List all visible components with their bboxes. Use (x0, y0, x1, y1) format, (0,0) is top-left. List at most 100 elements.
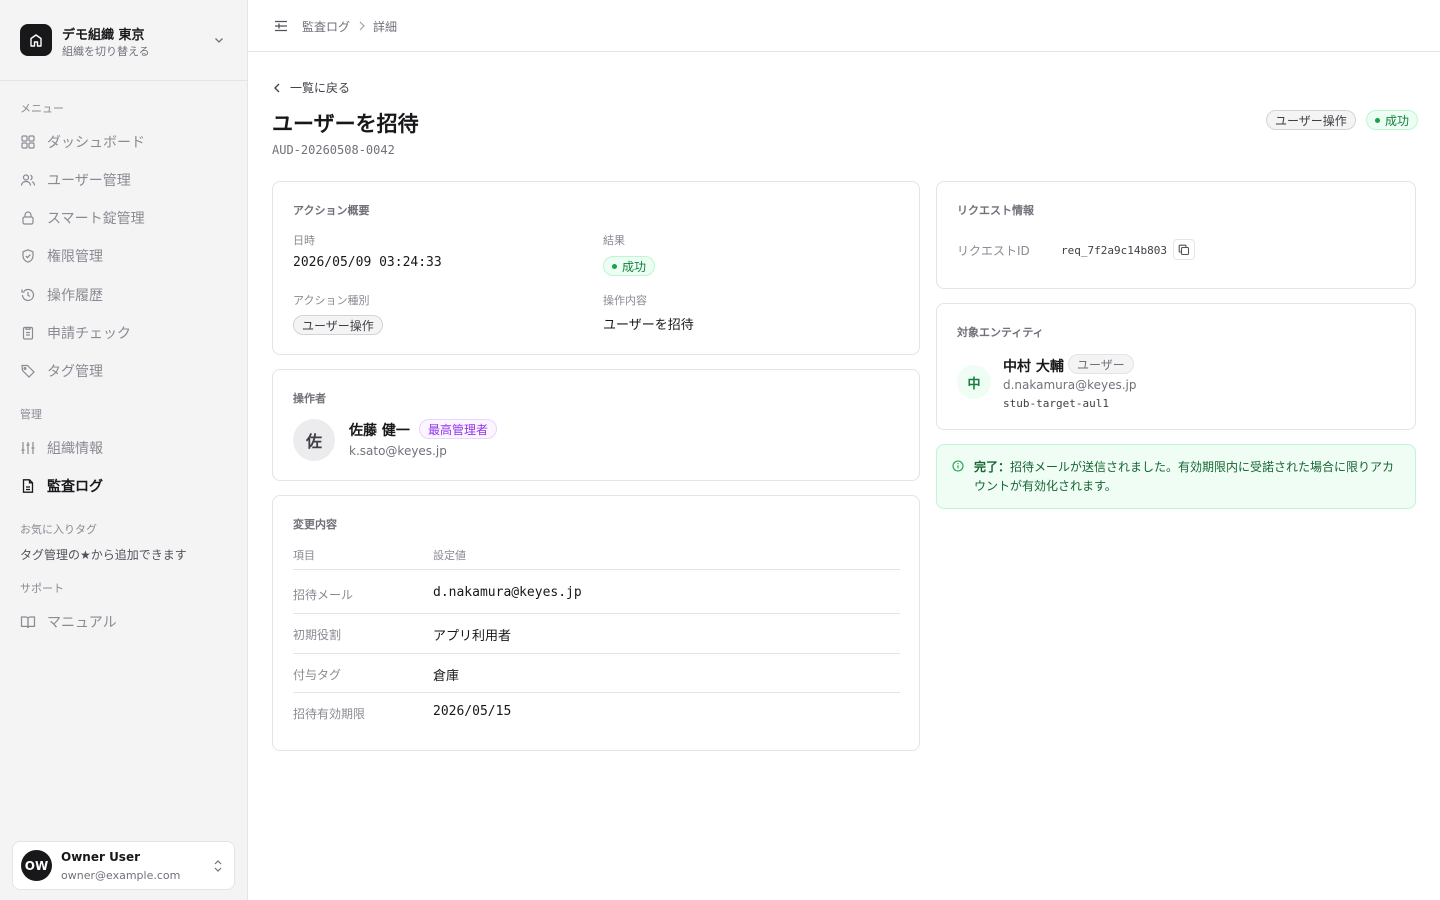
book-icon (20, 614, 36, 630)
table-row-key: 招待メール (293, 588, 354, 602)
request-id-label: リクエストID (957, 244, 1030, 258)
copy-button[interactable] (1173, 239, 1195, 260)
favorites-empty-hint: タグ管理の★から追加できます (20, 548, 187, 562)
changes-card: 変更内容 項目 設定値 招待メール d.nakamura@keyes.jp 初期… (272, 495, 920, 751)
sidebar-item-history[interactable]: 操作履歴 (12, 278, 236, 312)
table-row-value: 倉庫 (433, 669, 460, 684)
success-alert: 完了：招待メールが送信されました。有効期限内に受諾された場合に限りアカウントが有… (936, 444, 1416, 509)
divider (293, 569, 900, 570)
sidebar-item-users[interactable]: ユーザー管理 (12, 163, 236, 197)
sidebar-item-requests[interactable]: 申請チェック (12, 316, 236, 350)
target-id: stub-target-aul1 (1003, 397, 1109, 410)
table-row-key: 招待有効期限 (293, 707, 366, 721)
sidebar-item-label: タグ管理 (47, 364, 103, 380)
chevron-left-icon (274, 83, 280, 92)
sidebar-item-audit-log[interactable]: 監査ログ (12, 469, 236, 503)
request-id-value: req_7f2a9c14b803 (1061, 244, 1167, 257)
sidebar-item-tags[interactable]: タグ管理 (12, 354, 236, 388)
shield-icon (20, 248, 36, 264)
operator-name: 佐藤 健一 (349, 423, 410, 439)
sidebar-item-label: スマート錠管理 (47, 211, 145, 227)
copy-icon (1178, 244, 1190, 255)
user-name: Owner User (61, 850, 141, 864)
alert-prefix: 完了： (974, 460, 1011, 474)
divider (293, 692, 900, 693)
card-title: リクエスト情報 (957, 204, 1034, 217)
chevron-right-icon (359, 21, 365, 31)
sidebar-toggle-icon[interactable] (273, 18, 289, 34)
role-badge: 最高管理者 (419, 419, 498, 439)
sidebar-item-label: 監査ログ (47, 479, 103, 495)
building-icon (30, 34, 42, 47)
org-logo (20, 24, 52, 56)
info-icon (952, 460, 964, 472)
sliders-icon (20, 440, 36, 456)
clipboard-icon (20, 325, 36, 341)
action-summary-card: アクション概要 日時 2026/05/09 03:24:33 結果 成功 アクシ… (272, 181, 920, 355)
tag-icon (20, 363, 36, 379)
column-header-value: 設定値 (433, 549, 466, 562)
operation-label: 操作内容 (603, 294, 647, 307)
breadcrumb-detail: 詳細 (373, 20, 398, 34)
divider (293, 613, 900, 614)
topbar: 監査ログ 詳細 (248, 0, 1440, 52)
table-row-key: 付与タグ (293, 668, 342, 682)
status-dot (612, 263, 617, 269)
nav-section-admin: 管理 (20, 408, 42, 421)
target-email: d.nakamura@keyes.jp (1003, 378, 1137, 392)
nav-section-favorites: お気に入りタグ (20, 523, 97, 536)
result-label: 結果 (603, 234, 625, 247)
user-menu[interactable]: OW Owner User owner@example.com (12, 841, 235, 890)
sidebar-item-label: 申請チェック (47, 326, 131, 342)
file-icon (20, 478, 36, 494)
page-title: ユーザーを招待 (272, 112, 419, 136)
entity-type-badge: ユーザー (1068, 354, 1134, 374)
chevron-down-icon[interactable] (212, 33, 226, 47)
audit-id: AUD-20260508-0042 (272, 143, 395, 157)
alert-message: 完了：招待メールが送信されました。有効期限内に受諾された場合に限りアカウントが有… (974, 458, 1406, 496)
sidebar-item-smart-lock[interactable]: スマート錠管理 (12, 201, 236, 235)
back-link-label: 一覧に戻る (290, 81, 351, 95)
grid-icon (20, 134, 36, 150)
users-icon (20, 172, 36, 188)
lock-icon (20, 210, 36, 226)
sidebar-item-permissions[interactable]: 権限管理 (12, 239, 236, 273)
user-email: owner@example.com (61, 869, 181, 882)
org-switch-hint: 組織を切り替える (62, 45, 150, 58)
sidebar-item-label: ダッシュボード (47, 135, 145, 151)
operator-email: k.sato@keyes.jp (349, 444, 447, 458)
sidebar-item-label: 権限管理 (47, 249, 103, 265)
avatar: 佐 (293, 419, 335, 461)
card-title: 変更内容 (293, 518, 337, 531)
status-label: 成功 (1385, 113, 1410, 128)
result-badge: 成功 (603, 256, 656, 276)
action-type-label: アクション種別 (293, 294, 370, 307)
org-switcher[interactable]: デモ組織 東京 組織を切り替える (0, 0, 247, 81)
card-title: アクション概要 (293, 204, 370, 217)
back-to-list-link[interactable]: 一覧に戻る (272, 79, 350, 96)
history-icon (20, 287, 36, 303)
avatar: OW (21, 850, 52, 881)
card-title: 操作者 (293, 392, 326, 405)
sidebar-item-label: マニュアル (47, 615, 117, 631)
chevron-updown-icon (214, 860, 222, 872)
status-badge: 成功 (1366, 110, 1419, 130)
sidebar-item-label: 操作履歴 (47, 288, 103, 304)
org-name: デモ組織 東京 (62, 28, 145, 43)
datetime-label: 日時 (293, 234, 315, 247)
sidebar-item-org-info[interactable]: 組織情報 (12, 431, 236, 465)
nav-section-support: サポート (20, 582, 64, 595)
avatar: 中 (957, 365, 991, 399)
alert-text: 招待メールが送信されました。有効期限内に受諾された場合に限りアカウントが有効化さ… (974, 460, 1395, 493)
sidebar-item-manual[interactable]: マニュアル (12, 605, 236, 639)
request-info-card: リクエスト情報 リクエストID req_7f2a9c14b803 (936, 181, 1416, 289)
nav-section-menu: メニュー (20, 102, 64, 115)
operator-card: 操作者 佐 佐藤 健一 最高管理者 k.sato@keyes.jp (272, 369, 920, 481)
sidebar-item-label: 組織情報 (47, 441, 103, 457)
breadcrumb-audit-log[interactable]: 監査ログ (302, 18, 350, 35)
table-row-key: 初期役割 (293, 628, 342, 642)
action-type-badge: ユーザー操作 (1266, 110, 1356, 130)
table-row-value: アプリ利用者 (433, 629, 512, 644)
target-entity-card: 対象エンティティ 中 中村 大輔 ユーザー d.nakamura@keyes.j… (936, 303, 1416, 430)
sidebar-item-dashboard[interactable]: ダッシュボード (12, 125, 236, 159)
